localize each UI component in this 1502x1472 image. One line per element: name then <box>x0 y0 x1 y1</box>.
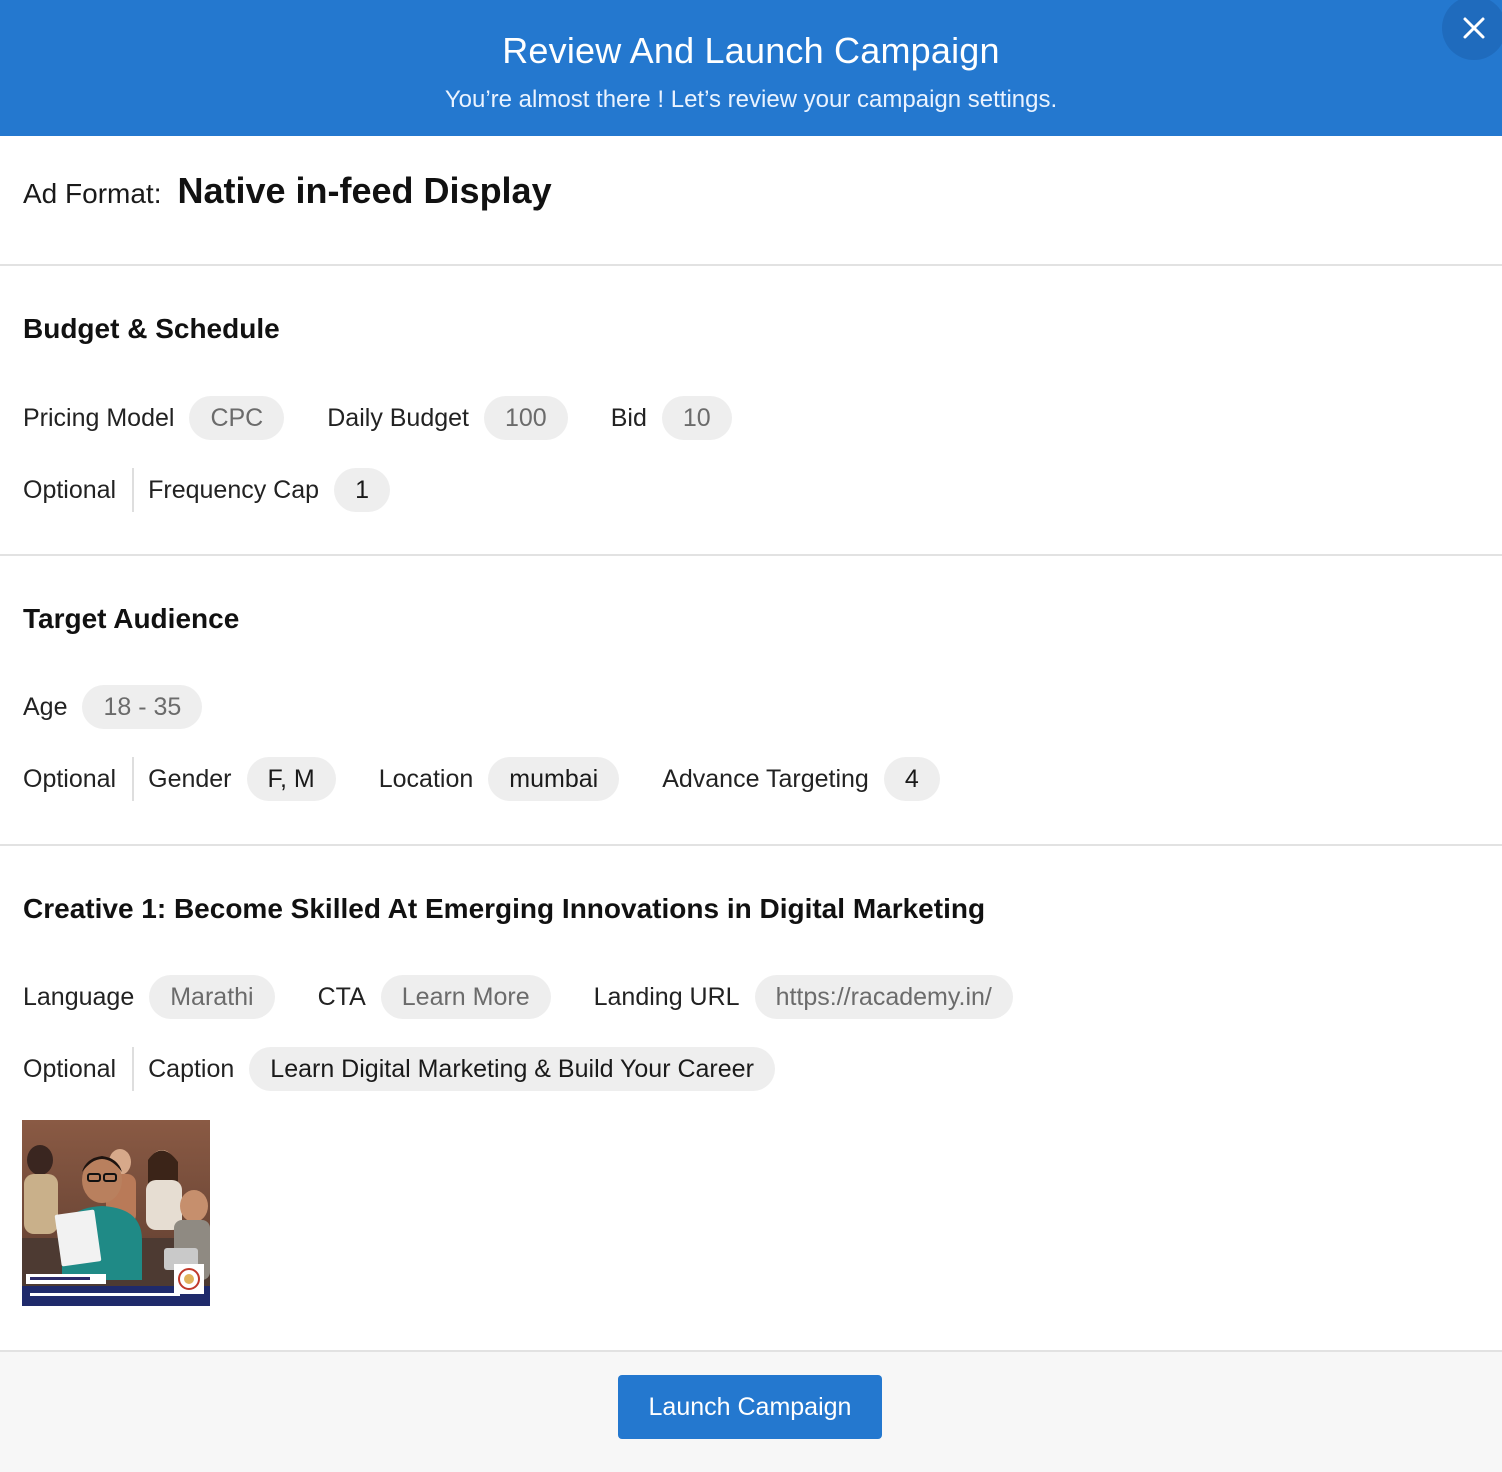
budget-section-title: Budget & Schedule <box>23 313 280 344</box>
launch-campaign-button[interactable]: Launch Campaign <box>618 1375 882 1439</box>
modal-title: Review And Launch Campaign <box>502 30 1000 71</box>
frequency-cap-chip: 1 <box>334 468 390 512</box>
advance-targeting-chip: 4 <box>883 757 940 801</box>
close-button[interactable] <box>1442 0 1502 60</box>
landing-url-chip: https://racademy.in/ <box>754 975 1013 1019</box>
modal-subtitle: You’re almost there ! Let’s review your … <box>444 86 1058 113</box>
bid-label: Bid <box>610 403 647 432</box>
location-chip: mumbai <box>488 757 620 801</box>
budget-optional-row: Optional Frequency Cap 1 <box>23 468 390 512</box>
optional-separator <box>132 757 135 801</box>
caption-label: Caption <box>148 1054 235 1083</box>
section-divider <box>0 264 1502 266</box>
pricing-model-label: Pricing Model <box>23 403 175 432</box>
section-divider <box>0 844 1502 846</box>
age-label: Age <box>23 692 68 721</box>
creative-optional-row: Optional Caption Learn Digital Marketing… <box>23 1047 775 1091</box>
optional-separator <box>132 1047 135 1091</box>
optional-label: Optional <box>23 1054 117 1083</box>
bid-chip: 10 <box>661 396 732 440</box>
audience-row: Age 18 - 35 <box>23 685 203 729</box>
modal-footer: Launch Campaign <box>0 1350 1502 1472</box>
ad-format-row: Ad Format: Native in-feed Display <box>23 170 552 212</box>
landing-url-label: Landing URL <box>593 982 740 1011</box>
creative-section-title: Creative 1: Become Skilled At Emerging I… <box>23 893 986 924</box>
creative-row: Language Marathi CTA Learn More Landing … <box>23 975 1013 1019</box>
section-divider <box>0 554 1502 556</box>
modal-header: Review And Launch Campaign You’re almost… <box>0 0 1502 136</box>
age-chip: 18 - 35 <box>82 685 203 729</box>
audience-section-title: Target Audience <box>23 603 240 634</box>
optional-label: Optional <box>23 475 117 504</box>
gender-label: Gender <box>148 764 232 793</box>
close-icon <box>1463 17 1485 39</box>
frequency-cap-label: Frequency Cap <box>148 475 320 504</box>
daily-budget-label: Daily Budget <box>327 403 469 432</box>
ad-format-label: Ad Format: <box>23 178 162 209</box>
ad-format-value: Native in-feed Display <box>177 170 552 211</box>
location-label: Location <box>378 764 474 793</box>
creative-thumbnail[interactable] <box>22 1120 210 1306</box>
optional-separator <box>132 468 135 512</box>
caption-chip: Learn Digital Marketing & Build Your Car… <box>249 1047 775 1091</box>
cta-chip: Learn More <box>380 975 551 1019</box>
pricing-model-chip: CPC <box>189 396 285 440</box>
advance-targeting-label: Advance Targeting <box>662 764 869 793</box>
cta-label: CTA <box>317 982 366 1011</box>
budget-row: Pricing Model CPC Daily Budget 100 Bid 1… <box>23 396 732 440</box>
daily-budget-chip: 100 <box>484 396 568 440</box>
optional-label: Optional <box>23 764 117 793</box>
language-label: Language <box>23 982 135 1011</box>
audience-optional-row: Optional Gender F, M Location mumbai Adv… <box>23 757 940 801</box>
language-chip: Marathi <box>149 975 275 1019</box>
gender-chip: F, M <box>246 757 336 801</box>
creative-thumbnail-art <box>22 1120 210 1306</box>
